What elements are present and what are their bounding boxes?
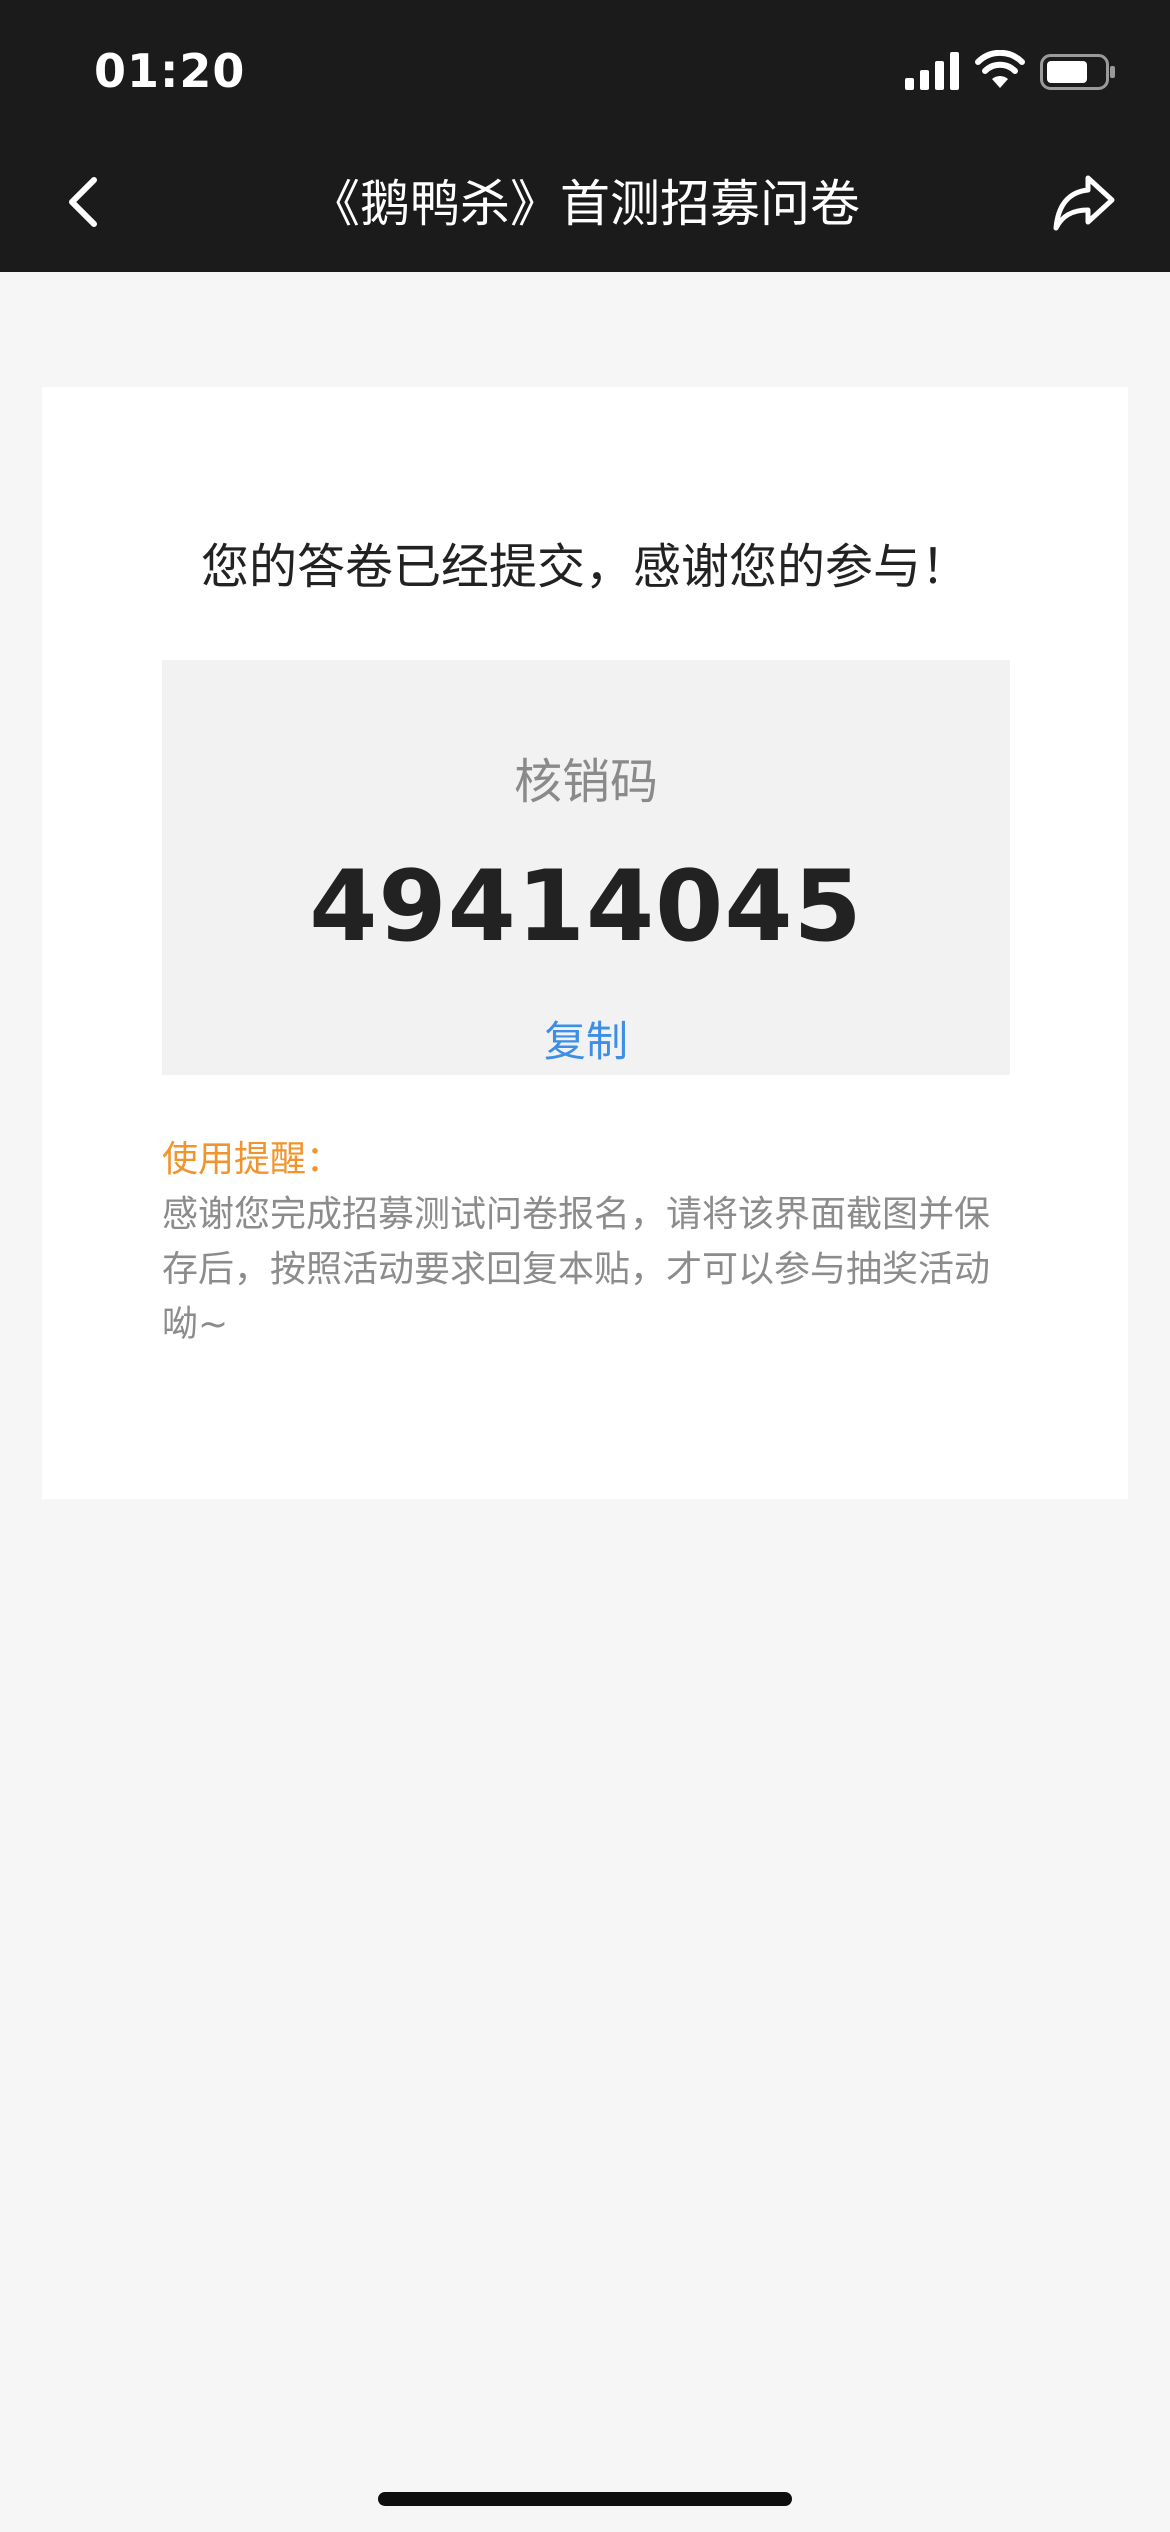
nav-bar: 《鹅鸭杀》首测招募问卷 <box>0 150 1170 272</box>
code-label: 核销码 <box>513 754 658 810</box>
home-indicator[interactable] <box>378 2492 792 2506</box>
chevron-left-icon <box>69 177 97 227</box>
cellular-signal-icon <box>905 52 959 90</box>
page-title: 《鹅鸭杀》首测招募问卷 <box>310 175 860 233</box>
share-arrow-icon <box>1053 175 1115 231</box>
submit-success-message: 您的答卷已经提交，感谢您的参与！ <box>200 539 969 595</box>
status-bar: 01:20 <box>0 0 1170 150</box>
copy-button[interactable]: 复制 <box>536 1008 636 1069</box>
status-time: 01:20 <box>94 44 246 98</box>
tip-title: 使用提醒： <box>162 1139 343 1180</box>
result-card: 您的答卷已经提交，感谢您的参与！ 核销码 49414045 复制 使用提醒： 感… <box>42 387 1128 1499</box>
back-button[interactable] <box>60 172 110 232</box>
wifi-icon <box>975 50 1025 88</box>
battery-icon <box>1040 54 1115 90</box>
share-button[interactable] <box>1050 170 1118 234</box>
verification-code-box: 核销码 49414045 复制 <box>162 660 1010 1075</box>
verification-code: 49414045 <box>309 850 863 964</box>
tip-body: 感谢您完成招募测试问卷报名，请将该界面截图并保存后，按照活动要求回复本贴，才可以… <box>162 1194 991 1345</box>
